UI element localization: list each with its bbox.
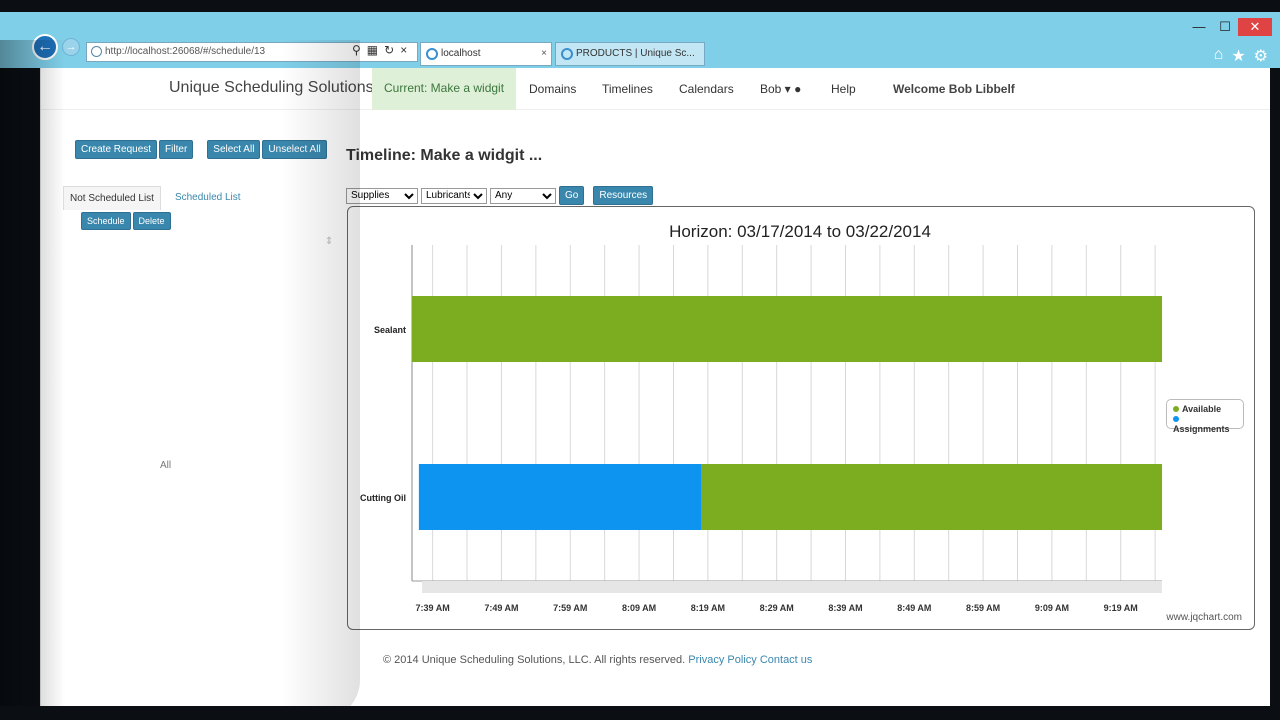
nav-timelines[interactable]: Timelines — [602, 82, 653, 96]
legend-item-available[interactable]: Available — [1173, 404, 1237, 414]
nav-current[interactable]: Current: Make a widgit — [372, 68, 517, 110]
back-button[interactable]: ← — [32, 34, 58, 60]
x-tick-label: 9:19 AM — [1104, 603, 1138, 613]
chart-svg: Horizon: 03/17/2014 to 03/22/2014 Sealant… — [360, 222, 1162, 613]
x-tick-label: 7:39 AM — [416, 603, 450, 613]
x-tick-label: 9:09 AM — [1035, 603, 1069, 613]
filter-button[interactable]: Filter — [159, 140, 194, 159]
taskbar — [0, 706, 1280, 720]
sidebar-toolbar: Create Request Filter Select All Unselec… — [75, 140, 327, 159]
forward-button[interactable]: → — [62, 38, 80, 56]
category-select[interactable]: Supplies — [346, 187, 418, 204]
nav-calendars[interactable]: Calendars — [679, 82, 734, 96]
welcome-text: Welcome Bob Libbelf — [893, 82, 1015, 96]
y-tick-label: Sealant — [374, 325, 406, 335]
tab-scheduled[interactable]: Scheduled List — [169, 186, 247, 210]
gear-icon[interactable]: ⚙ — [1254, 46, 1268, 66]
bar-available — [412, 296, 1162, 362]
bar-available — [700, 464, 1162, 530]
brand[interactable]: Unique Scheduling Solutions — [169, 79, 374, 97]
nav-domains[interactable]: Domains — [529, 82, 576, 96]
user-menu-label: Bob ▾ — [760, 82, 791, 96]
scope-select[interactable]: Any — [490, 187, 556, 204]
window-controls: — ☐ ✕ — [1186, 18, 1272, 36]
browser-tools: ⌂ ★ ⚙ — [1214, 46, 1268, 66]
x-tick-label: 8:19 AM — [691, 603, 725, 613]
tab-products[interactable]: PRODUCTS | Unique Sc... — [555, 42, 705, 66]
nav-user-menu[interactable]: Bob ▾ ● — [760, 82, 801, 96]
x-tick-label: 8:49 AM — [897, 603, 931, 613]
x-tick-label: 8:29 AM — [760, 603, 794, 613]
sidebar: Create Request Filter Select All Unselec… — [41, 116, 341, 616]
x-tick-label: 8:09 AM — [622, 603, 656, 613]
top-navbar: Unique Scheduling Solutions Current: Mak… — [41, 68, 1270, 110]
x-tick-label: 7:49 AM — [484, 603, 518, 613]
go-button[interactable]: Go — [559, 186, 585, 205]
filter-bar: Supplies Lubricants Any Go Resources — [346, 186, 654, 205]
privacy-link[interactable]: Privacy Policy — [688, 654, 756, 666]
chart-legend: Available Assignments — [1166, 399, 1244, 434]
scroll-arrows[interactable]: ⇕ — [325, 236, 333, 247]
address-tools: ⚲ ▦ ↻ × — [352, 43, 407, 57]
schedule-button[interactable]: Schedule — [81, 212, 131, 230]
contact-link[interactable]: Contact us — [760, 654, 813, 666]
list-tabs: Not Scheduled List Scheduled List — [63, 186, 247, 210]
create-request-button[interactable]: Create Request — [75, 140, 158, 159]
select-all-button[interactable]: Select All — [207, 140, 261, 159]
browser-chrome: — ☐ ✕ ← → http://localhost:26068/#/sched… — [0, 12, 1280, 68]
user-icon: ● — [794, 82, 802, 96]
close-window-button[interactable]: ✕ — [1238, 18, 1272, 36]
unselect-all-button[interactable]: Unselect All — [262, 140, 327, 159]
favorites-icon[interactable]: ★ — [1231, 46, 1245, 66]
page-icon — [91, 46, 102, 57]
bar-assignments — [418, 464, 701, 530]
resources-button[interactable]: Resources — [593, 186, 654, 205]
list-note: All — [160, 460, 172, 471]
address-text: http://localhost:26068/#/schedule/13 — [105, 46, 266, 57]
stop-icon[interactable]: × — [400, 43, 407, 57]
footer: © 2014 Unique Scheduling Solutions, LLC.… — [383, 654, 812, 666]
timeline-chart: Horizon: 03/17/2014 to 03/22/2014 Sealant… — [347, 206, 1255, 630]
x-tick-label: 8:59 AM — [966, 603, 1000, 613]
tab-localhost[interactable]: localhost × — [420, 42, 552, 66]
ie-icon — [426, 48, 438, 60]
search-icon[interactable]: ⚲ — [352, 43, 361, 57]
home-icon[interactable]: ⌂ — [1214, 46, 1224, 66]
minimize-button[interactable]: — — [1186, 18, 1212, 36]
delete-button[interactable]: Delete — [132, 212, 171, 230]
page-title: Timeline: Make a widgit ... — [346, 147, 543, 164]
tab-not-scheduled[interactable]: Not Scheduled List — [63, 186, 161, 210]
tab-label: localhost — [441, 48, 481, 59]
legend-item-assignments[interactable]: Assignments — [1173, 414, 1237, 434]
list-actions: Schedule Delete — [81, 212, 171, 230]
type-select[interactable]: Lubricants — [421, 187, 487, 204]
maximize-button[interactable]: ☐ — [1212, 18, 1238, 36]
x-tick-label: 7:59 AM — [553, 603, 587, 613]
y-tick-label: Cutting Oil — [360, 493, 406, 503]
close-tab-icon[interactable]: × — [541, 43, 547, 65]
x-tick-label: 8:39 AM — [828, 603, 862, 613]
chart-title: Horizon: 03/17/2014 to 03/22/2014 — [669, 222, 931, 241]
chart-credit[interactable]: www.jqchart.com — [1166, 612, 1242, 623]
ie-icon — [561, 48, 573, 60]
copyright: © 2014 Unique Scheduling Solutions, LLC.… — [383, 654, 686, 666]
page: Unique Scheduling Solutions Current: Mak… — [40, 68, 1270, 706]
refresh-icon[interactable]: ↻ — [384, 43, 394, 57]
nav-help[interactable]: Help — [831, 82, 856, 96]
compat-icon[interactable]: ▦ — [367, 43, 378, 57]
tab-label: PRODUCTS | Unique Sc... — [576, 48, 695, 59]
x-scrollbar — [422, 581, 1162, 593]
